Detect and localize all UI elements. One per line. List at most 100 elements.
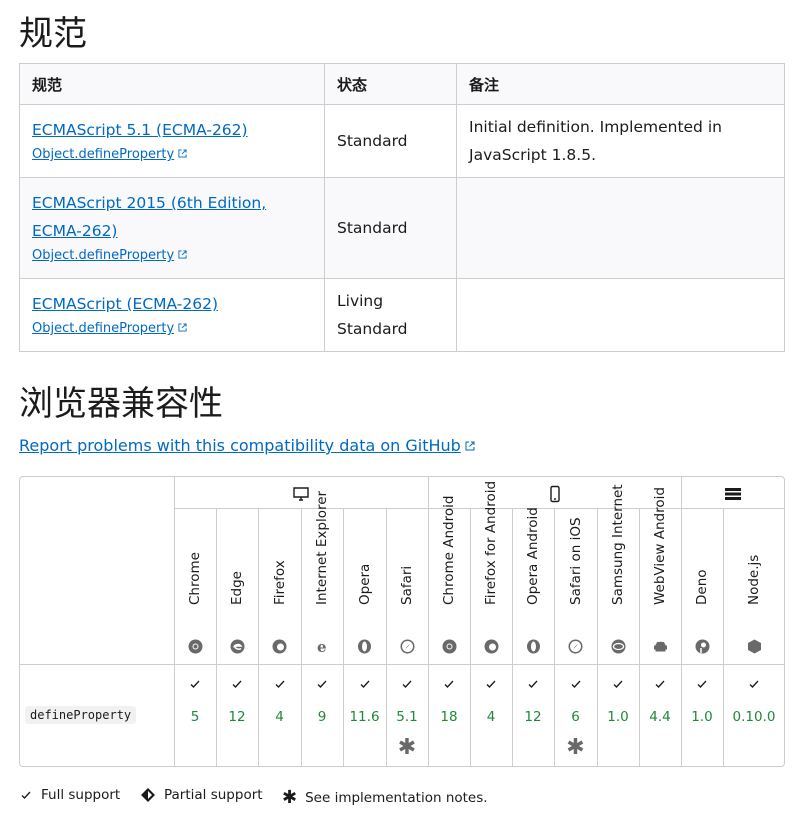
notes-asterisk-icon[interactable]: ✱ xyxy=(386,737,428,759)
browser-name: Edge xyxy=(229,571,245,605)
chrome-icon xyxy=(442,639,456,654)
status-line: Living xyxy=(337,292,384,310)
support-version[interactable]: 6 xyxy=(554,709,597,725)
status-cell: Standard xyxy=(324,177,457,279)
compat-table: defineProperty Chrome 5 Edge 12 Firefox 4 Inte… xyxy=(19,476,785,767)
legend-full: Full support xyxy=(19,787,120,803)
external-link-icon xyxy=(178,323,187,332)
note-cell xyxy=(456,278,785,352)
desktop-icon xyxy=(293,487,309,501)
support-version[interactable]: 0.10.0 xyxy=(723,709,785,725)
status-cell: Standard xyxy=(324,104,457,178)
check-icon xyxy=(528,680,538,688)
browser-name: Opera Android xyxy=(525,507,541,605)
support-version[interactable]: 12 xyxy=(216,709,258,725)
grid-line xyxy=(723,508,724,766)
browser-name: Chrome xyxy=(187,552,203,605)
spec-row: ECMAScript 2015 (6th Edition, ECMA-262) O… xyxy=(19,177,785,279)
browser-name: Deno xyxy=(694,569,710,605)
grid-line xyxy=(639,508,640,766)
legend-notes: ✱ See implementation notes. xyxy=(282,787,488,808)
safari-icon xyxy=(400,639,414,654)
ie-icon: e xyxy=(317,639,327,654)
check-icon xyxy=(613,680,623,688)
spec-link[interactable]: ECMAScript 5.1 (ECMA-262) xyxy=(32,116,312,144)
report-problems-link[interactable]: Report problems with this compatibility … xyxy=(19,436,475,455)
spec-table: 规范 状态 备注 ECMAScript 5.1 (ECMA-262) Objec… xyxy=(19,63,785,352)
support-version[interactable]: 4 xyxy=(470,709,512,725)
spec-subref-link[interactable]: Object.defineProperty xyxy=(32,245,187,267)
compat-title: 浏览器兼容性 xyxy=(19,384,223,424)
browser-name: WebView Android xyxy=(652,487,668,605)
feature-name[interactable]: defineProperty xyxy=(25,706,137,724)
check-icon xyxy=(655,680,665,688)
support-version[interactable]: 9 xyxy=(301,709,343,725)
check-icon xyxy=(402,680,412,688)
check-icon xyxy=(697,680,707,688)
firefox-icon xyxy=(272,639,287,654)
note-cell: Initial definition. Implemented in JavaSc… xyxy=(456,104,785,178)
grid-line xyxy=(470,508,471,766)
spec-link[interactable]: ECMAScript 2015 (6th Edition, ECMA-262) xyxy=(32,189,312,245)
spec-header-note: 备注 xyxy=(456,63,785,105)
browser-name: Opera xyxy=(356,563,373,605)
subref-text: Object.defineProperty xyxy=(32,248,175,263)
note-cell xyxy=(456,177,785,279)
subref-text: Object.defineProperty xyxy=(32,321,175,336)
report-link-text: Report problems with this compatibility … xyxy=(19,436,461,455)
grid-line xyxy=(258,508,259,766)
notes-asterisk-icon[interactable]: ✱ xyxy=(554,737,597,759)
support-version[interactable]: 4.4 xyxy=(639,709,681,725)
partial-support-icon xyxy=(141,788,155,802)
support-version[interactable]: 4 xyxy=(258,709,301,725)
browser-name: Firefox for Android xyxy=(483,480,499,605)
spec-cell: ECMAScript 2015 (6th Edition, ECMA-262) O… xyxy=(19,177,325,279)
check-icon xyxy=(275,680,284,688)
check-icon xyxy=(190,680,200,688)
external-link-icon xyxy=(465,441,475,451)
support-version[interactable]: 18 xyxy=(428,709,470,725)
nodejs-icon xyxy=(747,639,761,654)
subref-text: Object.defineProperty xyxy=(32,147,175,162)
legend-partial-label: Partial support xyxy=(164,787,263,803)
check-icon xyxy=(317,680,327,688)
support-version[interactable]: 12 xyxy=(512,709,554,725)
check-icon xyxy=(444,680,454,688)
spec-header-spec: 规范 xyxy=(19,63,325,105)
support-version[interactable]: 5.1 xyxy=(386,709,428,725)
spec-cell: ECMAScript 5.1 (ECMA-262) Object.defineP… xyxy=(19,104,325,178)
status-cell: Living Standard xyxy=(324,278,457,352)
legend-full-label: Full support xyxy=(41,787,121,803)
edge-icon xyxy=(230,639,244,654)
check-icon xyxy=(21,791,31,799)
grid-line xyxy=(386,508,387,766)
check-icon xyxy=(232,680,242,688)
spec-link[interactable]: ECMAScript (ECMA-262) xyxy=(32,290,312,318)
grid-line xyxy=(512,508,513,766)
note-line: Initial definition. Implemented in xyxy=(469,118,722,136)
spec-cell: ECMAScript (ECMA-262) Object.definePrope… xyxy=(19,278,325,352)
grid-line xyxy=(20,664,784,665)
grid-line xyxy=(343,508,344,766)
grid-line xyxy=(597,508,598,766)
support-version[interactable]: 1.0 xyxy=(681,709,723,725)
spec-subref-link[interactable]: Object.defineProperty xyxy=(32,318,187,340)
browser-name: Safari xyxy=(399,565,415,605)
support-version[interactable]: 11.6 xyxy=(343,709,386,725)
firefox-icon xyxy=(484,639,498,654)
browser-name: Chrome Android xyxy=(441,495,457,605)
spec-row: ECMAScript 5.1 (ECMA-262) Object.defineP… xyxy=(19,104,785,178)
spec-subref-link[interactable]: Object.defineProperty xyxy=(32,144,187,166)
legend-partial: Partial support xyxy=(140,787,263,803)
svg-text:e: e xyxy=(317,639,327,654)
spec-header-status: 状态 xyxy=(324,63,457,105)
support-version[interactable]: 5 xyxy=(174,709,216,725)
support-version[interactable]: 1.0 xyxy=(597,709,639,725)
check-icon xyxy=(360,680,369,688)
spec-title: 规范 xyxy=(19,14,87,54)
check-icon xyxy=(749,680,759,688)
deno-icon xyxy=(695,639,709,654)
opera-icon xyxy=(358,639,371,654)
samsung-icon xyxy=(611,639,625,654)
status-line: Standard xyxy=(337,320,408,338)
